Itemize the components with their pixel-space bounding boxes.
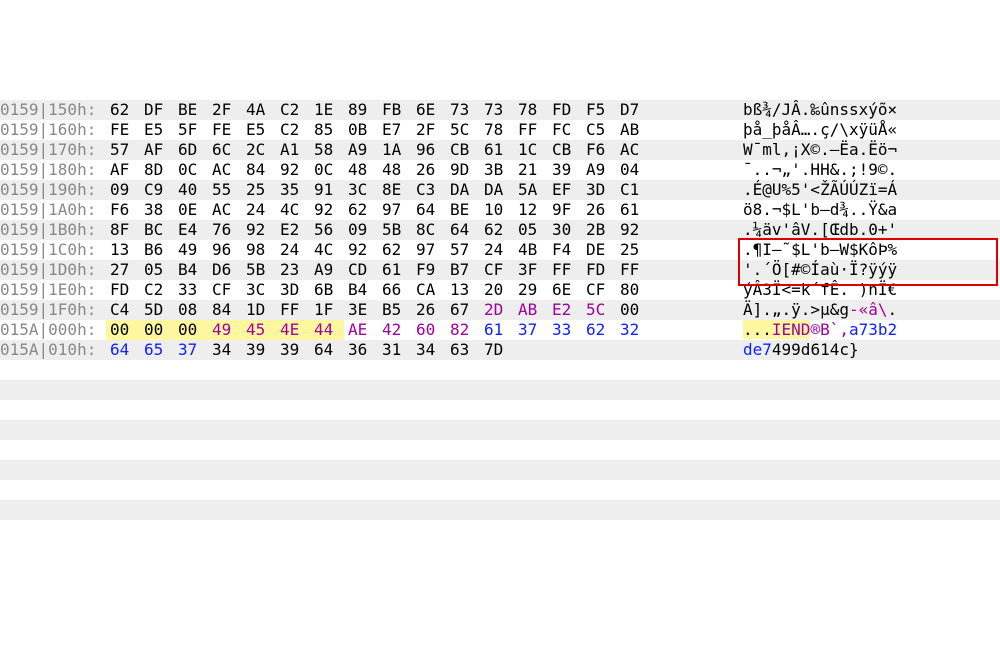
hex-row[interactable]: 0159|1A0h:F6380EAC244C92629764BE10129F26… <box>0 200 1000 220</box>
empty-row <box>0 520 1000 540</box>
hex-bytes: C45D08841DFF1F3EB526672DABE25C00 <box>106 300 738 320</box>
hex-bytes: 62DFBE2F4AC21E89FB6E737378FDF5D7 <box>106 100 738 120</box>
hex-row[interactable]: 0159|170h:57AF6D6C2CA158A91A96CB611CCBF6… <box>0 140 1000 160</box>
hex-row[interactable]: 0159|180h:AF8D0CAC84920C4848269D3B2139A9… <box>0 160 1000 180</box>
ascii-column: .¶I–˜$L'b—W$KôÞ% <box>738 240 1000 260</box>
empty-row <box>0 360 1000 380</box>
hex-dump-view: { "rows":[ {"addr":"0159|150h:","hex":["… <box>0 20 1000 580</box>
hex-row[interactable]: 0159|1E0h:FDC233CF3C3D6BB466CA1320296ECF… <box>0 280 1000 300</box>
hex-row[interactable]: 015A|010h:64653734393964363134637Dde7499… <box>0 340 1000 360</box>
empty-row <box>0 460 1000 480</box>
row-address: 015A|000h: <box>0 320 106 340</box>
ascii-column: ö8.¬$L'b—d¾..Ÿ&a <box>738 200 1000 220</box>
empty-row <box>0 380 1000 400</box>
ascii-column: ...IEND®B`‚a73b2 <box>738 320 1000 340</box>
hex-bytes: 2705B4D65B23A9CD61F9B7CF3FFFFDFF <box>106 260 738 280</box>
hex-row[interactable]: 0159|1C0h:13B6499698244C92629757244BF4DE… <box>0 240 1000 260</box>
hex-row[interactable]: 0159|160h:FEE55FFEE5C2850BE72F5C78FFFCC5… <box>0 120 1000 140</box>
row-address: 0159|1A0h: <box>0 200 106 220</box>
ascii-column: .É@U%5'<ŽÃÚÚZï=Á <box>738 180 1000 200</box>
hex-bytes: 13B6499698244C92629757244BF4DE25 <box>106 240 738 260</box>
row-address: 0159|190h: <box>0 180 106 200</box>
row-address: 0159|1E0h: <box>0 280 106 300</box>
empty-row <box>0 500 1000 520</box>
row-address: 0159|1B0h: <box>0 220 106 240</box>
row-address: 015A|010h: <box>0 340 106 360</box>
hex-row[interactable]: 0159|190h:09C940552535913C8EC3DADA5AEF3D… <box>0 180 1000 200</box>
hex-row[interactable]: 0159|1F0h:C45D08841DFF1F3EB526672DABE25C… <box>0 300 1000 320</box>
ascii-column: Ä].„.ÿ.>µ&g-«â\. <box>738 300 1000 320</box>
ascii-column: W¯ml,¡X©.–Ëa.Ëö¬ <box>738 140 1000 160</box>
empty-row <box>0 400 1000 420</box>
ascii-column: ¯..¬„'.HH&.;!9©. <box>738 160 1000 180</box>
empty-row <box>0 420 1000 440</box>
hex-bytes: 09C940552535913C8EC3DADA5AEF3DC1 <box>106 180 738 200</box>
hex-bytes: 57AF6D6C2CA158A91A96CB611CCBF6AC <box>106 140 738 160</box>
hex-bytes: F6380EAC244C92629764BE10129F2661 <box>106 200 738 220</box>
ascii-column: .¼äv'âV.[Œdb.0+' <box>738 220 1000 240</box>
hex-bytes: AF8D0CAC84920C4848269D3B2139A904 <box>106 160 738 180</box>
empty-row <box>0 480 1000 500</box>
hex-bytes: 64653734393964363134637D <box>106 340 738 360</box>
ascii-column: þå_þåÂ….ç/\xÿüÅ« <box>738 120 1000 140</box>
ascii-column: de7499d614c} <box>738 340 1000 360</box>
hex-row[interactable]: 0159|1B0h:8FBCE47692E256095B8C646205302B… <box>0 220 1000 240</box>
row-address: 0159|1C0h: <box>0 240 106 260</box>
ascii-column: ýÂ3Ï<=k´fÊ. )nÏ€ <box>738 280 1000 300</box>
row-address: 0159|180h: <box>0 160 106 180</box>
hex-bytes: 8FBCE47692E256095B8C646205302B92 <box>106 220 738 240</box>
row-address: 0159|160h: <box>0 120 106 140</box>
hex-row[interactable]: 015A|000h:00000049454E44AE42608261373362… <box>0 320 1000 340</box>
empty-row <box>0 440 1000 460</box>
hex-bytes: FEE55FFEE5C2850BE72F5C78FFFCC5AB <box>106 120 738 140</box>
row-address: 0159|1D0h: <box>0 260 106 280</box>
ascii-column: bß¾/JÂ.‰ûnssxýõ× <box>738 100 1000 120</box>
hex-bytes: 00000049454E44AE4260826137336232 <box>106 320 738 340</box>
row-address: 0159|170h: <box>0 140 106 160</box>
row-address: 0159|150h: <box>0 100 106 120</box>
row-address: 0159|1F0h: <box>0 300 106 320</box>
hex-bytes: FDC233CF3C3D6BB466CA1320296ECF80 <box>106 280 738 300</box>
ascii-column: '.´Ö[#©Íaù·Ï?ÿýÿ <box>738 260 1000 280</box>
hex-row[interactable]: 0159|150h:62DFBE2F4AC21E89FB6E737378FDF5… <box>0 100 1000 120</box>
hex-row[interactable]: 0159|1D0h:2705B4D65B23A9CD61F9B7CF3FFFFD… <box>0 260 1000 280</box>
